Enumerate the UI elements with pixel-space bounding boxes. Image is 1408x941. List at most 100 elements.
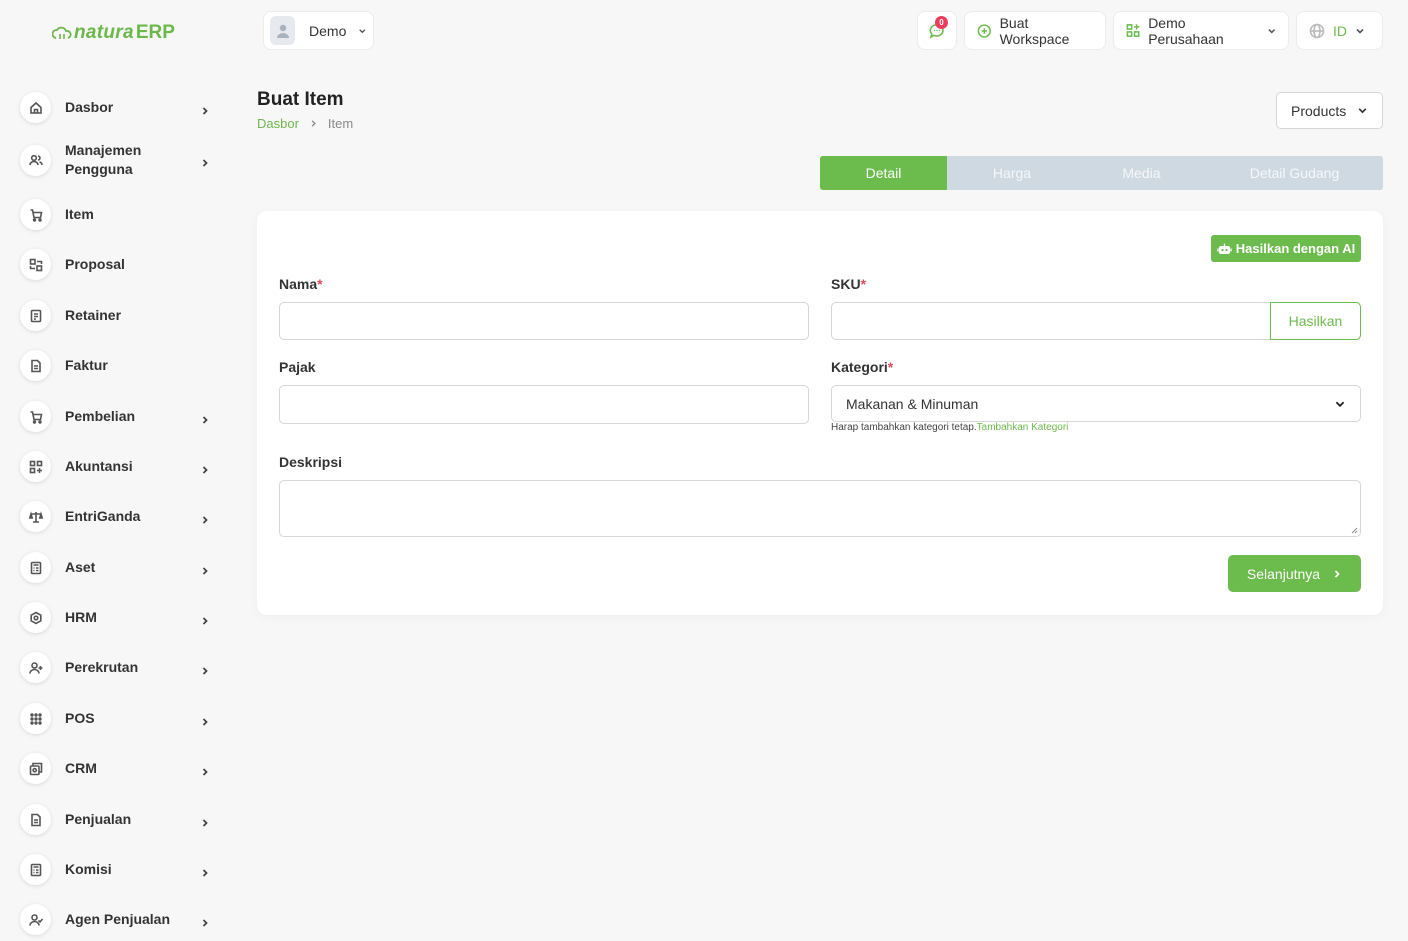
next-button-label: Selanjutnya — [1246, 565, 1321, 582]
category-select[interactable]: Makanan & Minuman — [831, 385, 1361, 422]
breadcrumb-home[interactable]: Dasbor — [257, 116, 299, 131]
company-select[interactable]: Demo Perusahaan — [1113, 11, 1289, 50]
required-mark: * — [860, 276, 867, 292]
chevron-right-icon — [200, 103, 210, 115]
user-avatar-icon — [276, 24, 289, 38]
sidebar-item-dasbor[interactable]: Dasbor — [20, 92, 210, 123]
chevron-right-icon — [200, 815, 210, 827]
sidebar-item-perekrutan[interactable]: Perekrutan — [20, 652, 210, 683]
sidebar-item-label: POS — [65, 710, 95, 726]
sidebar-item-item[interactable]: Item — [20, 199, 210, 230]
asset-icon — [20, 552, 51, 583]
notifications-button[interactable]: 0 — [917, 11, 957, 50]
category-label: Kategori* — [831, 359, 893, 375]
chevron-right-icon — [200, 462, 210, 474]
chevron-down-icon — [1356, 28, 1364, 34]
user-menu[interactable]: Demo — [263, 11, 374, 50]
sidebar-item-aset[interactable]: Aset — [20, 552, 210, 583]
generate-sku-button[interactable]: Hasilkan — [1270, 302, 1361, 340]
generate-with-ai-label: Hasilkan dengan AI — [1235, 241, 1356, 256]
accounting-icon — [20, 451, 51, 482]
required-mark: * — [317, 276, 323, 292]
sidebar-item-akuntansi[interactable]: Akuntansi — [20, 451, 210, 482]
tab-harga[interactable]: Harga — [947, 156, 1077, 190]
name-label-text: Nama — [279, 276, 318, 292]
sidebar-item-label: Proposal — [65, 256, 125, 272]
item-type-select[interactable]: Products — [1276, 92, 1383, 129]
chevron-right-icon — [200, 764, 210, 776]
category-value: Makanan & Minuman — [846, 395, 979, 412]
brand-name: natura — [74, 22, 134, 43]
cloud-icon — [52, 26, 72, 39]
resize-handle-icon[interactable] — [1350, 526, 1358, 534]
chevron-right-icon — [200, 865, 210, 877]
user-check-icon — [20, 904, 51, 935]
category-hint: Harap tambahkan kategori tetap.Tambahkan… — [831, 422, 1068, 433]
brand-logo[interactable]: natura ERP — [52, 22, 175, 44]
description-label: Deskripsi — [279, 454, 343, 470]
item-type-value: Products — [1291, 102, 1347, 119]
user-plus-icon — [20, 652, 51, 683]
sales-icon — [20, 804, 51, 835]
chevron-right-icon — [311, 120, 316, 127]
sidebar-item-entriganda[interactable]: EntriGanda — [20, 501, 210, 532]
create-workspace-button[interactable]: Buat Workspace — [964, 11, 1106, 50]
sidebar-item-label: Agen Penjualan — [65, 911, 171, 927]
sidebar-item-crm[interactable]: CRM — [20, 753, 210, 784]
category-label-text: Kategori — [831, 359, 888, 375]
tab-media[interactable]: Media — [1077, 156, 1206, 190]
sidebar-item-faktur[interactable]: Faktur — [20, 350, 210, 381]
sidebar-item-proposal[interactable]: Proposal — [20, 249, 210, 280]
sku-input[interactable] — [831, 302, 1271, 340]
sku-label: SKU* — [831, 276, 866, 292]
sidebar-item-label: Dasbor — [65, 99, 114, 115]
tax-label: Pajak — [279, 359, 316, 375]
chevron-down-icon — [1358, 108, 1367, 114]
description-textarea[interactable] — [279, 480, 1361, 537]
add-category-link[interactable]: Tambahkan Kategori — [977, 422, 1069, 433]
company-icon — [1126, 24, 1140, 37]
grid-dots-icon — [20, 703, 51, 734]
sidebar-item-label: Akuntansi — [65, 458, 133, 474]
user-name: Demo — [309, 22, 347, 39]
sidebar-item-label: Pembelian — [65, 408, 136, 424]
crm-icon — [20, 753, 51, 784]
brand-suffix: ERP — [135, 22, 175, 43]
item-form-card: Hasilkan dengan AI Nama* SKU* Hasilkan P… — [257, 211, 1383, 615]
name-input[interactable] — [279, 302, 809, 340]
sidebar-item-komisi[interactable]: Komisi — [20, 854, 210, 885]
sidebar-item-penjualan[interactable]: Penjualan — [20, 804, 210, 835]
next-button[interactable]: Selanjutnya — [1228, 555, 1361, 592]
chevron-down-icon — [1267, 28, 1275, 33]
tab-detail-gudang[interactable]: Detail Gudang — [1206, 156, 1383, 190]
sidebar-item-agen-penjualan[interactable]: Agen Penjualan — [20, 904, 210, 935]
breadcrumb: Dasbor Item — [257, 116, 353, 131]
sidebar-item-hrm[interactable]: HRM — [20, 602, 210, 633]
plus-circle-icon — [977, 23, 991, 38]
scale-icon — [20, 501, 51, 532]
tax-input[interactable] — [279, 385, 809, 424]
page-title: Buat Item — [257, 89, 344, 110]
notification-badge: 0 — [935, 16, 948, 29]
language-select[interactable]: ID — [1296, 11, 1383, 50]
users-icon — [20, 144, 51, 176]
sidebar-item-label: Perekrutan — [65, 659, 139, 675]
sidebar-item-pembelian[interactable]: Pembelian — [20, 401, 210, 432]
sidebar-item-retainer[interactable]: Retainer — [20, 300, 210, 331]
sidebar-item-pos[interactable]: POS — [20, 703, 210, 734]
cart-icon — [20, 199, 51, 230]
home-icon — [20, 92, 51, 123]
sidebar-item-manajemen-pengguna[interactable]: Manajemen Pengguna — [20, 141, 210, 179]
sidebar-item-label: Item — [65, 206, 94, 222]
sidebar-item-label: Retainer — [65, 307, 122, 323]
tab-detail[interactable]: Detail — [820, 156, 947, 190]
sidebar-item-label: CRM — [65, 760, 97, 776]
calculator-icon — [20, 854, 51, 885]
name-label: Nama* — [279, 276, 323, 292]
retainer-icon — [20, 300, 51, 331]
chevron-right-icon — [200, 412, 210, 424]
generate-with-ai-button[interactable]: Hasilkan dengan AI — [1211, 235, 1361, 262]
sidebar-item-label: HRM — [65, 609, 97, 625]
required-mark: * — [887, 359, 894, 375]
proposal-icon — [20, 249, 51, 280]
